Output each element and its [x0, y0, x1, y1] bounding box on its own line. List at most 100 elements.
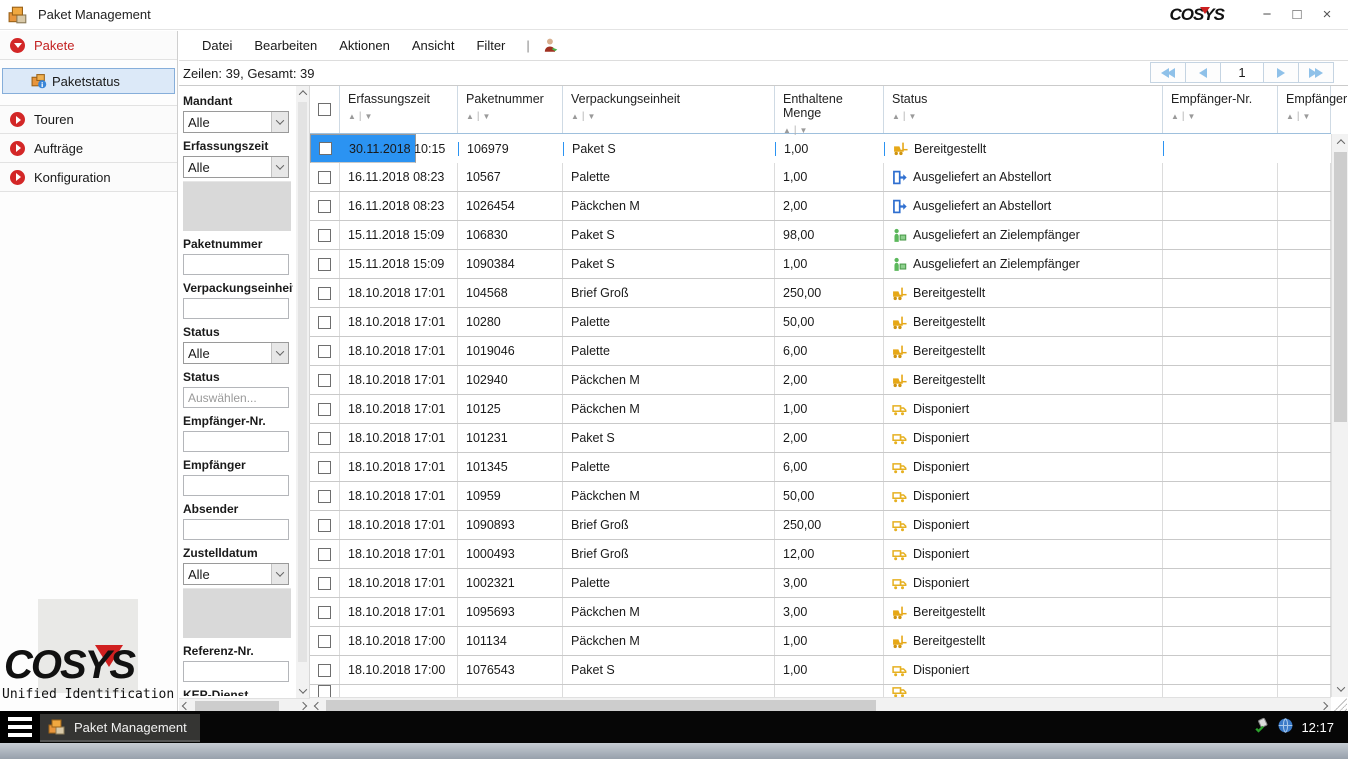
table-row[interactable]: 18.10.2018 17:00101134Päckchen M1,00Bere…	[310, 627, 1331, 656]
first-page-button[interactable]	[1150, 62, 1186, 83]
menu-ansicht[interactable]: Ansicht	[403, 35, 464, 56]
filter-vertical-scrollbar[interactable]	[296, 86, 309, 698]
chevron-down-icon[interactable]	[271, 157, 288, 177]
sort-arrows[interactable]: ▲|▼	[571, 111, 774, 122]
window-resize-grip[interactable]	[1334, 698, 1347, 711]
sidebar-item-paketstatus[interactable]: Paketstatus	[2, 68, 175, 94]
row-checkbox[interactable]	[318, 171, 331, 184]
row-checkbox[interactable]	[318, 577, 331, 590]
table-row[interactable]: 18.10.2018 17:01104568Brief Groß250,00Be…	[310, 279, 1331, 308]
row-checkbox[interactable]	[318, 519, 331, 532]
sidebar-item-touren[interactable]: Touren	[0, 105, 177, 134]
row-checkbox[interactable]	[318, 548, 331, 561]
page-number[interactable]: 1	[1220, 62, 1264, 83]
filter-input-referenz-nr[interactable]	[183, 661, 289, 682]
row-checkbox[interactable]	[318, 345, 331, 358]
row-checkbox[interactable]	[318, 403, 331, 416]
scroll-left-icon[interactable]	[182, 702, 190, 710]
chevron-down-icon[interactable]	[271, 112, 288, 132]
maximize-button[interactable]: □	[1282, 3, 1312, 27]
row-checkbox[interactable]	[318, 461, 331, 474]
table-row[interactable]	[310, 685, 1331, 697]
filter-select-erfassungszeit[interactable]: Alle	[183, 156, 289, 178]
row-checkbox[interactable]	[318, 316, 331, 329]
column-header-empf-nger-nr[interactable]: Empfänger-Nr.▲|▼	[1163, 86, 1278, 133]
menu-datei[interactable]: Datei	[193, 35, 241, 56]
chevron-down-icon[interactable]	[271, 564, 288, 584]
scroll-down-icon[interactable]	[298, 685, 306, 693]
taskbar-app-button[interactable]: Paket Management	[40, 714, 200, 742]
prev-page-button[interactable]	[1185, 62, 1221, 83]
sort-arrows[interactable]: ▲|▼	[348, 111, 457, 122]
row-checkbox[interactable]	[318, 229, 331, 242]
scroll-down-icon[interactable]	[1336, 683, 1344, 691]
next-page-button[interactable]	[1263, 62, 1299, 83]
close-button[interactable]: ×	[1312, 3, 1342, 27]
row-checkbox[interactable]	[318, 200, 331, 213]
sidebar-item-auftr-ge[interactable]: Aufträge	[0, 134, 177, 163]
scroll-right-icon[interactable]	[1319, 701, 1327, 709]
sort-arrows[interactable]: ▲|▼	[1171, 111, 1277, 122]
table-row[interactable]: 18.10.2018 17:011000493Brief Groß12,00Di…	[310, 540, 1331, 569]
grid-vertical-scrollbar[interactable]	[1331, 134, 1348, 697]
last-page-button[interactable]	[1298, 62, 1334, 83]
table-row[interactable]: 18.10.2018 17:011019046Palette6,00Bereit…	[310, 337, 1331, 366]
row-checkbox[interactable]	[318, 432, 331, 445]
table-row[interactable]: 30.11.2018 10:15106979Paket S1,00Bereitg…	[310, 134, 416, 163]
sidebar-item-pakete[interactable]: Pakete	[0, 31, 177, 60]
table-row[interactable]: 18.10.2018 17:0110959Päckchen M50,00Disp…	[310, 482, 1331, 511]
chevron-down-icon[interactable]	[271, 343, 288, 363]
table-row[interactable]: 18.10.2018 17:001076543Paket S1,00Dispon…	[310, 656, 1331, 685]
table-row[interactable]: 18.10.2018 17:011095693Päckchen M3,00Ber…	[310, 598, 1331, 627]
select-all-header[interactable]	[310, 86, 340, 133]
scroll-right-icon[interactable]	[299, 702, 307, 710]
row-checkbox[interactable]	[318, 490, 331, 503]
column-header-status[interactable]: Status▲|▼	[884, 86, 1163, 133]
clock[interactable]: 12:17	[1301, 720, 1334, 735]
sort-arrows[interactable]: ▲|▼	[466, 111, 562, 122]
sort-arrows[interactable]: ▲|▼	[892, 111, 1162, 122]
scroll-up-icon[interactable]	[298, 90, 306, 98]
row-checkbox[interactable]	[318, 258, 331, 271]
column-header-erfassungszeit[interactable]: Erfassungszeit▲|▼	[340, 86, 458, 133]
filter-select-zustelldatum[interactable]: Alle	[183, 563, 289, 585]
table-row[interactable]: 18.10.2018 17:01101231Paket S2,00Disponi…	[310, 424, 1331, 453]
table-row[interactable]: 18.10.2018 17:0110125Päckchen M1,00Dispo…	[310, 395, 1331, 424]
network-globe-icon[interactable]	[1277, 717, 1294, 737]
table-row[interactable]: 18.10.2018 17:011002321Palette3,00Dispon…	[310, 569, 1331, 598]
row-checkbox[interactable]	[318, 374, 331, 387]
menu-bearbeiten[interactable]: Bearbeiten	[245, 35, 326, 56]
row-checkbox[interactable]	[319, 142, 332, 155]
table-row[interactable]: 15.11.2018 15:091090384Paket S1,00Ausgel…	[310, 250, 1331, 279]
table-row[interactable]: 16.11.2018 08:2310567Palette1,00Ausgelie…	[310, 163, 1331, 192]
filter-input-empf-nger-nr[interactable]	[183, 431, 289, 452]
row-checkbox[interactable]	[318, 287, 331, 300]
filter-input-status[interactable]	[183, 387, 289, 408]
table-row[interactable]: 18.10.2018 17:01101345Palette6,00Disponi…	[310, 453, 1331, 482]
menu-filter[interactable]: Filter	[467, 35, 514, 56]
table-row[interactable]: 18.10.2018 17:011090893Brief Groß250,00D…	[310, 511, 1331, 540]
select-all-checkbox[interactable]	[318, 103, 331, 116]
menu-aktionen[interactable]: Aktionen	[330, 35, 399, 56]
table-row[interactable]: 15.11.2018 15:09106830Paket S98,00Ausgel…	[310, 221, 1331, 250]
filter-input-paketnummer[interactable]	[183, 254, 289, 275]
sort-arrows[interactable]: ▲|▼	[1286, 111, 1330, 122]
filter-input-absender[interactable]	[183, 519, 289, 540]
column-header-paketnummer[interactable]: Paketnummer▲|▼	[458, 86, 563, 133]
sidebar-item-konfiguration[interactable]: Konfiguration	[0, 163, 177, 192]
row-checkbox[interactable]	[318, 664, 331, 677]
column-header-enthaltene-menge[interactable]: Enthaltene Menge▲|▼	[775, 86, 884, 133]
column-header-empf-nger[interactable]: Empfänger▲|▼	[1278, 86, 1331, 133]
table-row[interactable]: 18.10.2018 17:0110280Palette50,00Bereitg…	[310, 308, 1331, 337]
filter-select-status[interactable]: Alle	[183, 342, 289, 364]
scroll-left-icon[interactable]	[313, 701, 321, 709]
filter-input-empf-nger[interactable]	[183, 475, 289, 496]
start-menu-button[interactable]	[0, 711, 40, 743]
table-row[interactable]: 16.11.2018 08:231026454Päckchen M2,00Aus…	[310, 192, 1331, 221]
grid-horizontal-scrollbar[interactable]	[310, 697, 1331, 712]
row-checkbox[interactable]	[318, 606, 331, 619]
user-icon[interactable]	[542, 37, 559, 54]
table-row[interactable]: 18.10.2018 17:01102940Päckchen M2,00Bere…	[310, 366, 1331, 395]
usb-device-icon[interactable]	[1253, 717, 1270, 737]
filter-horizontal-scrollbar[interactable]	[179, 698, 310, 712]
